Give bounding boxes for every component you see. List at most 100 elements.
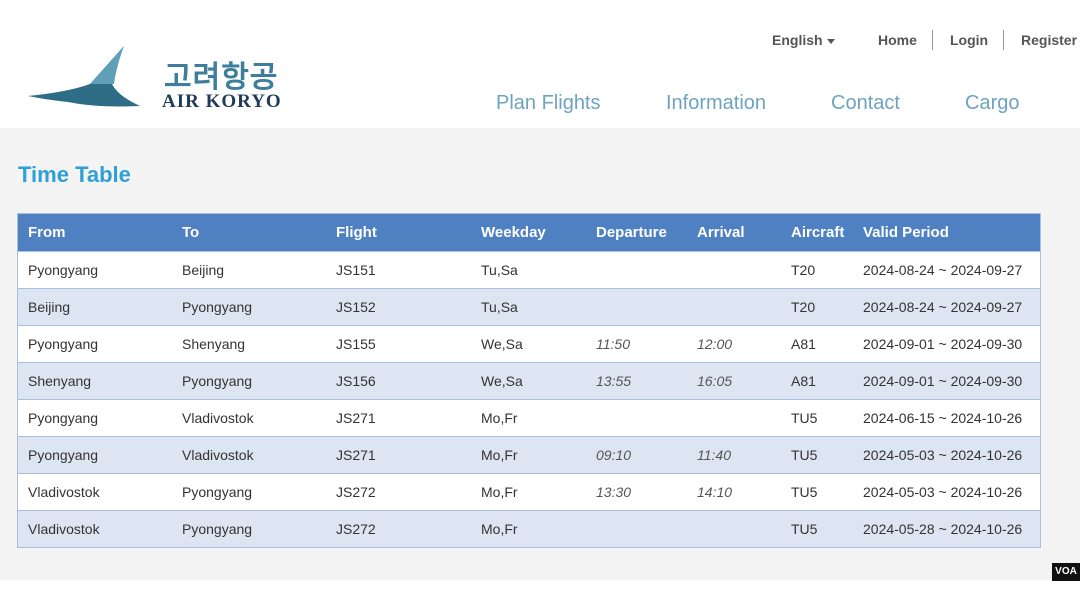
table-cell: 2024-05-28 ~ 2024-10-26	[853, 510, 1041, 548]
table-cell: JS271	[326, 399, 471, 437]
table-cell: 2024-09-01 ~ 2024-09-30	[853, 325, 1041, 363]
header-from: From	[17, 213, 172, 252]
table-cell: Pyongyang	[17, 399, 172, 437]
table-cell: Vladivostok	[172, 399, 326, 437]
register-link[interactable]: Register	[1021, 32, 1077, 48]
timetable: From To Flight Weekday Departure Arrival…	[17, 213, 1041, 548]
table-cell: Mo,Fr	[471, 436, 586, 474]
table-cell: Tu,Sa	[471, 288, 586, 326]
caret-down-icon	[826, 38, 835, 44]
table-cell: Vladivostok	[172, 436, 326, 474]
table-cell: JS151	[326, 251, 471, 289]
table-row: Pyongyang Vladivostok JS271 Mo,Fr TU5 2024-06…	[17, 399, 1041, 437]
table-cell: TU5	[781, 399, 853, 437]
table-cell: Beijing	[172, 251, 326, 289]
table-row: Pyongyang Beijing JS151 Tu,Sa T20 2024-08-24 …	[17, 251, 1041, 289]
table-cell: JS155	[326, 325, 471, 363]
table-row: Beijing Pyongyang JS152 Tu,Sa T20 2024-08-24 …	[17, 288, 1041, 326]
table-cell: 16:05	[687, 362, 781, 400]
table-cell: 2024-06-15 ~ 2024-10-26	[853, 399, 1041, 437]
table-cell: T20	[781, 251, 853, 289]
table-cell: JS271	[326, 436, 471, 474]
table-cell: Pyongyang	[172, 362, 326, 400]
table-row: Pyongyang Shenyang JS155 We,Sa 11:50 12:00 A81…	[17, 325, 1041, 363]
table-cell: 13:30	[586, 473, 687, 511]
table-cell: JS272	[326, 510, 471, 548]
header-flight: Flight	[326, 213, 471, 252]
table-cell: Vladivostok	[17, 510, 172, 548]
table-row: Vladivostok Pyongyang JS272 Mo,Fr 13:30 14:10…	[17, 473, 1041, 511]
table-cell: Mo,Fr	[471, 473, 586, 511]
main-nav: Plan Flights Information Contact Cargo	[0, 92, 1080, 118]
table-cell: Pyongyang	[172, 473, 326, 511]
table-cell: JS272	[326, 473, 471, 511]
voa-watermark: VOA	[1052, 563, 1080, 581]
page-title: Time Table	[18, 162, 131, 187]
language-selector[interactable]: English	[772, 32, 835, 48]
table-cell: Pyongyang	[17, 325, 172, 363]
table-cell: 2024-08-24 ~ 2024-09-27	[853, 251, 1041, 289]
table-cell	[687, 251, 781, 289]
table-cell: Pyongyang	[172, 288, 326, 326]
table-cell: 2024-05-03 ~ 2024-10-26	[853, 436, 1041, 474]
table-row: Shenyang Pyongyang JS156 We,Sa 13:55 16:05 A81…	[17, 362, 1041, 400]
table-cell: Pyongyang	[172, 510, 326, 548]
table-cell	[687, 510, 781, 548]
table-cell: 09:10	[586, 436, 687, 474]
home-link[interactable]: Home	[878, 32, 917, 48]
table-cell: TU5	[781, 473, 853, 511]
table-cell: Pyongyang	[17, 251, 172, 289]
table-cell	[586, 510, 687, 548]
table-cell: 2024-09-01 ~ 2024-09-30	[853, 362, 1041, 400]
logo-korean-text: 고려항공	[164, 60, 279, 95]
header-weekday: Weekday	[471, 213, 586, 252]
table-cell: We,Sa	[471, 362, 586, 400]
table-cell	[586, 251, 687, 289]
header-valid-period: Valid Period	[853, 213, 1041, 252]
table-cell: Shenyang	[172, 325, 326, 363]
table-cell: A81	[781, 325, 853, 363]
table-cell: JS152	[326, 288, 471, 326]
nav-plan-flights[interactable]: Plan Flights	[496, 92, 601, 115]
table-cell: Pyongyang	[17, 436, 172, 474]
table-cell	[586, 288, 687, 326]
table-cell: T20	[781, 288, 853, 326]
table-cell: Vladivostok	[17, 473, 172, 511]
table-row: Vladivostok Pyongyang JS272 Mo,Fr TU5 2024-05…	[17, 510, 1041, 548]
table-header-row: From To Flight Weekday Departure Arrival…	[17, 213, 1041, 252]
header-to: To	[172, 213, 326, 252]
table-cell: 2024-05-03 ~ 2024-10-26	[853, 473, 1041, 511]
top-links: English Home Login Register	[0, 30, 1080, 50]
main-content: Time Table From To Flight Weekday Depart…	[0, 128, 1080, 580]
table-cell: 2024-08-24 ~ 2024-09-27	[853, 288, 1041, 326]
table-cell: We,Sa	[471, 325, 586, 363]
divider	[1003, 30, 1004, 50]
table-cell: TU5	[781, 436, 853, 474]
table-cell: 12:00	[687, 325, 781, 363]
nav-information[interactable]: Information	[666, 92, 766, 115]
table-cell: 11:50	[586, 325, 687, 363]
table-cell: Tu,Sa	[471, 251, 586, 289]
nav-contact[interactable]: Contact	[831, 92, 900, 115]
table-row: Pyongyang Vladivostok JS271 Mo,Fr 09:10 11:40…	[17, 436, 1041, 474]
table-cell: Mo,Fr	[471, 399, 586, 437]
table-cell: Shenyang	[17, 362, 172, 400]
language-label: English	[772, 32, 823, 48]
table-cell	[586, 399, 687, 437]
table-cell: JS156	[326, 362, 471, 400]
table-cell: Mo,Fr	[471, 510, 586, 548]
login-link[interactable]: Login	[950, 32, 988, 48]
table-cell: 13:55	[586, 362, 687, 400]
divider	[932, 30, 933, 50]
table-cell: 11:40	[687, 436, 781, 474]
nav-cargo[interactable]: Cargo	[965, 92, 1019, 115]
table-cell	[687, 399, 781, 437]
table-cell: TU5	[781, 510, 853, 548]
table-cell: 14:10	[687, 473, 781, 511]
header-arrival: Arrival	[687, 213, 781, 252]
table-cell	[687, 288, 781, 326]
header-departure: Departure	[586, 213, 687, 252]
table-cell: A81	[781, 362, 853, 400]
table-cell: Beijing	[17, 288, 172, 326]
header-aircraft: Aircraft	[781, 213, 853, 252]
